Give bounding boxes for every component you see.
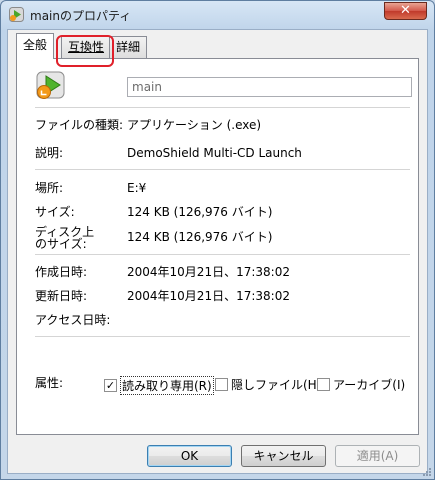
apply-button[interactable]: 適用(A)	[335, 445, 420, 467]
modified-value: 2004年10月21日、17:38:02	[127, 289, 290, 303]
modified-label: 更新日時:	[35, 289, 88, 303]
file-type-label: ファイルの種類:	[35, 118, 124, 132]
archive-checkbox[interactable]: アーカイブ(I)	[317, 376, 405, 393]
size-label: サイズ:	[35, 205, 75, 219]
location-label: 場所:	[35, 181, 64, 195]
size-value: 124 KB (126,976 バイト)	[127, 205, 273, 219]
tab-details[interactable]: 詳細	[109, 36, 148, 58]
checkmark-icon: ✓	[104, 379, 117, 392]
separator	[35, 336, 410, 337]
location-value: E:¥	[127, 181, 147, 195]
accessed-label: アクセス日時:	[35, 313, 111, 327]
checkbox-box	[317, 378, 330, 391]
created-label: 作成日時:	[35, 265, 88, 279]
description-value: DemoShield Multi-CD Launch	[127, 146, 302, 160]
properties-window: mainのプロパティ ✕ 全般 互換性 詳細 ファイルの種類: アプリケーション	[0, 0, 435, 480]
checkbox-box	[215, 378, 228, 391]
readonly-checkbox[interactable]: ✓ 読み取り専用(R)	[104, 376, 214, 395]
separator	[35, 107, 410, 108]
resize-grip-icon[interactable]	[422, 467, 432, 477]
ok-button[interactable]: OK	[147, 445, 232, 467]
separator	[35, 254, 410, 255]
compatibility-tab-highlight	[56, 35, 114, 67]
disk-size-value: 124 KB (126,976 バイト)	[127, 230, 273, 244]
readonly-label: 読み取り専用(R)	[120, 376, 214, 395]
close-icon: ✕	[400, 3, 411, 18]
close-button[interactable]: ✕	[384, 2, 427, 20]
hidden-checkbox[interactable]: 隠しファイル(H)	[215, 376, 321, 393]
tab-general[interactable]: 全般	[16, 33, 55, 59]
disk-size-label-line2: のサイズ:	[35, 237, 87, 251]
title-bar[interactable]: mainのプロパティ ✕	[1, 1, 434, 27]
file-type-value: アプリケーション (.exe)	[127, 118, 262, 132]
separator	[35, 169, 410, 170]
cancel-button[interactable]: キャンセル	[241, 445, 326, 467]
window-title: mainのプロパティ	[30, 9, 132, 23]
archive-label: アーカイブ(I)	[333, 378, 406, 392]
dialog-client: 全般 互換性 詳細 ファイルの種類: アプリケーション (.exe) 説明: D…	[7, 29, 428, 474]
description-label: 説明:	[35, 146, 64, 160]
general-tab-panel: ファイルの種類: アプリケーション (.exe) 説明: DemoShield …	[16, 58, 419, 435]
app-launch-icon	[9, 7, 24, 22]
attributes-label: 属性:	[35, 376, 64, 390]
created-value: 2004年10月21日、17:38:02	[127, 265, 290, 279]
file-name-input[interactable]	[127, 77, 412, 97]
app-launch-icon	[36, 71, 65, 99]
hidden-label: 隠しファイル(H)	[231, 378, 322, 392]
